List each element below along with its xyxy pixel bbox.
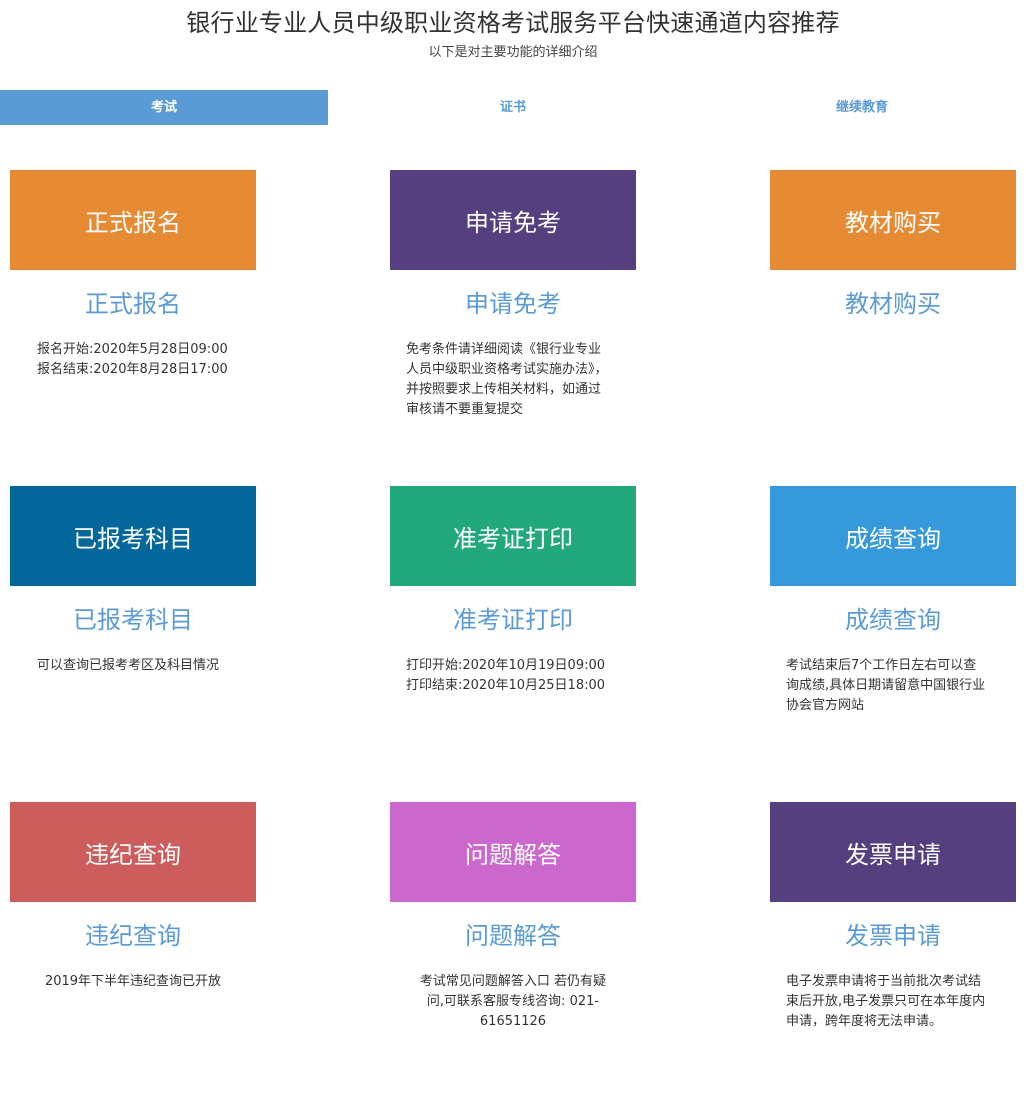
registered-subjects-tile[interactable]: 已报考科目 <box>10 486 256 586</box>
registration-title-link[interactable]: 正式报名 <box>10 288 256 320</box>
card-registered-subjects: 已报考科目 已报考科目 可以查询已报考考区及科目情况 <box>10 486 256 676</box>
faq-title-link[interactable]: 问题解答 <box>390 920 636 952</box>
card-admission-ticket: 准考证打印 准考证打印 打印开始:2020年10月19日09:00 打印结束:2… <box>390 486 636 696</box>
page-subtitle: 以下是对主要功能的详细介绍 <box>428 45 598 60</box>
admission-ticket-tile[interactable]: 准考证打印 <box>390 486 636 586</box>
exemption-title-link[interactable]: 申请免考 <box>390 288 636 320</box>
admission-ticket-title-link[interactable]: 准考证打印 <box>390 604 636 636</box>
tab-certificate[interactable]: 证书 <box>328 90 698 125</box>
card-textbook: 教材购买 教材购买 <box>770 170 1016 340</box>
card-faq: 问题解答 问题解答 考试常见问题解答入口 若仍有疑 问,可联系客服专线咨询: 0… <box>390 802 636 1032</box>
card-exemption: 申请免考 申请免考 免考条件请详细阅读《银行业专业 人员中级职业资格考试实施办法… <box>390 170 636 420</box>
card-score-query: 成绩查询 成绩查询 考试结束后7个工作日左右可以查 询成绩,具体日期请留意中国银… <box>770 486 1016 716</box>
faq-description: 考试常见问题解答入口 若仍有疑 问,可联系客服专线咨询: 021- 616511… <box>419 974 607 1029</box>
invoice-tile[interactable]: 发票申请 <box>770 802 1016 902</box>
textbook-tile[interactable]: 教材购买 <box>770 170 1016 270</box>
card-violation-query: 违纪查询 违纪查询 2019年下半年违纪查询已开放 <box>10 802 256 992</box>
exemption-tile[interactable]: 申请免考 <box>390 170 636 270</box>
faq-tile[interactable]: 问题解答 <box>390 802 636 902</box>
violation-query-title-link[interactable]: 违纪查询 <box>10 920 256 952</box>
violation-query-description: 2019年下半年违纪查询已开放 <box>44 974 222 989</box>
violation-query-tile[interactable]: 违纪查询 <box>10 802 256 902</box>
registration-tile[interactable]: 正式报名 <box>10 170 256 270</box>
registered-subjects-title-link[interactable]: 已报考科目 <box>10 604 256 636</box>
textbook-title-link[interactable]: 教材购买 <box>770 288 1016 320</box>
score-query-tile[interactable]: 成绩查询 <box>770 486 1016 586</box>
score-query-description: 考试结束后7个工作日左右可以查 询成绩,具体日期请留意中国银行业 协会官方网站 <box>786 658 986 713</box>
card-invoice: 发票申请 发票申请 电子发票申请将于当前批次考试结 束后开放,电子发票只可在本年… <box>770 802 1016 1032</box>
exemption-description: 免考条件请详细阅读《银行业专业 人员中级职业资格考试实施办法》， 并按照要求上传… <box>406 342 608 417</box>
tab-bar: 考试 证书 继续教育 <box>0 90 1026 125</box>
admission-ticket-description: 打印开始:2020年10月19日09:00 打印结束:2020年10月25日18… <box>406 658 606 693</box>
registered-subjects-description: 可以查询已报考考区及科目情况 <box>37 658 220 673</box>
tab-exam[interactable]: 考试 <box>0 90 328 125</box>
card-registration: 正式报名 正式报名 报名开始:2020年5月28日09:00 报名结束:2020… <box>10 170 256 380</box>
registration-description: 报名开始:2020年5月28日09:00 报名结束:2020年8月28日17:0… <box>37 342 228 377</box>
invoice-description: 电子发票申请将于当前批次考试结 束后开放,电子发票只可在本年度内 申请，跨年度将… <box>786 974 986 1029</box>
tab-continuing-education[interactable]: 继续教育 <box>698 90 1026 125</box>
score-query-title-link[interactable]: 成绩查询 <box>770 604 1016 636</box>
page-title: 银行业专业人员中级职业资格考试服务平台快速通道内容推荐 <box>186 9 840 37</box>
invoice-title-link[interactable]: 发票申请 <box>770 920 1016 952</box>
